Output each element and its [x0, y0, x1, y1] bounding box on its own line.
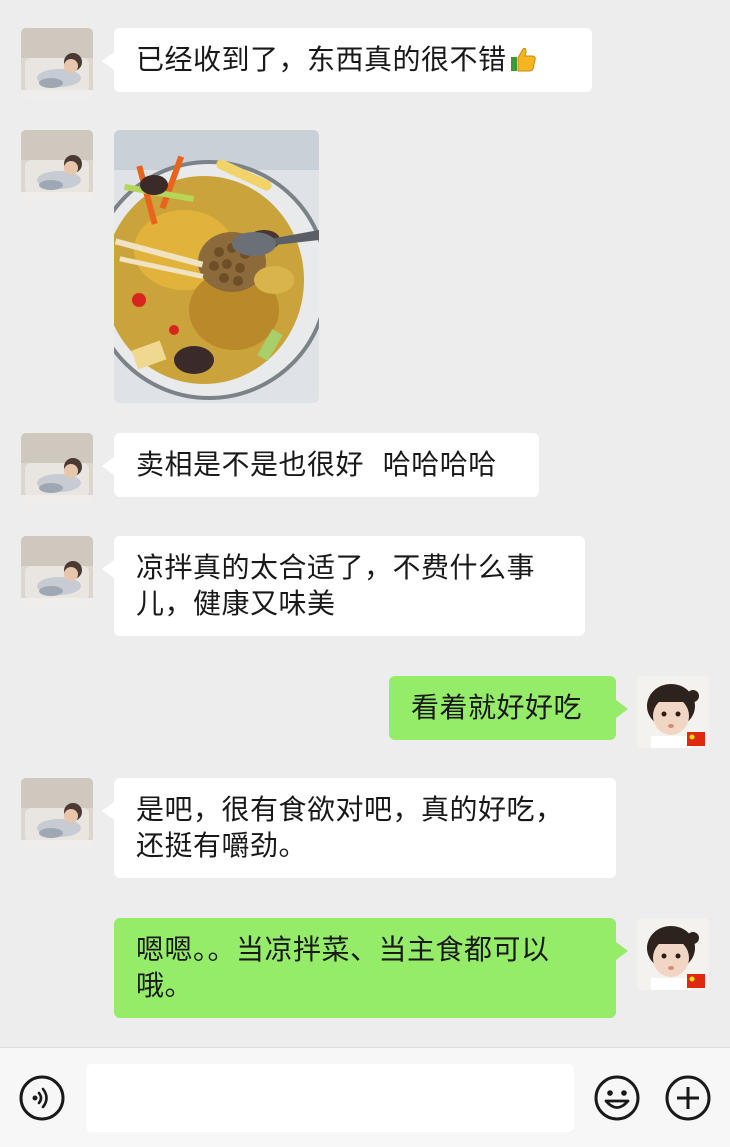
message-text: 卖相是不是也很好 哈哈哈哈 — [136, 448, 497, 481]
contact-avatar[interactable] — [21, 778, 93, 850]
emoji-icon — [594, 1075, 640, 1121]
received-message-bubble[interactable]: 凉拌真的太合适了，不费什么事 儿，健康又味美 — [102, 536, 585, 636]
my-avatar[interactable] — [637, 676, 709, 748]
sent-message-bubble[interactable]: 看着就好好吃 — [389, 676, 628, 740]
contact-avatar[interactable] — [21, 433, 93, 505]
message-text-line: 哦。 — [136, 969, 194, 1002]
message-text-line: 是吧，很有食欲对吧，真的好吃， — [136, 793, 564, 826]
contact-avatar[interactable] — [21, 536, 93, 608]
message-text-line: 儿，健康又味美 — [136, 587, 336, 620]
message-text-line: 凉拌真的太合适了，不费什么事 — [136, 551, 536, 584]
plus-icon — [665, 1075, 711, 1121]
message-text-line: 还挺有嚼劲。 — [136, 829, 308, 862]
food-photo — [114, 130, 319, 403]
received-message-bubble[interactable]: 卖相是不是也很好 哈哈哈哈 — [102, 433, 539, 497]
received-message-bubble[interactable]: 是吧，很有食欲对吧，真的好吃， 还挺有嚼劲。 — [102, 778, 616, 878]
chat-input-bar — [0, 1047, 730, 1147]
contact-avatar[interactable] — [21, 28, 93, 100]
voice-button[interactable] — [18, 1074, 66, 1122]
sent-message-bubble[interactable]: 嗯嗯。。当凉拌菜、当主食都可以 哦。 — [114, 918, 628, 1018]
contact-avatar[interactable] — [21, 130, 93, 202]
my-avatar[interactable] — [637, 918, 709, 990]
voice-icon — [19, 1075, 65, 1121]
chat-message-list[interactable]: 已经收到了，东西真的很不错 卖相是不是也很好 哈哈哈哈 凉拌真的太合适了，不费什… — [0, 0, 730, 1046]
message-text: 已经收到了，东西真的很不错 — [136, 43, 507, 76]
message-text-line: 嗯嗯。。当凉拌菜、当主食都可以 — [136, 933, 550, 966]
more-button[interactable] — [664, 1074, 712, 1122]
food-photo-message[interactable] — [114, 130, 319, 403]
thumbs-up-emoji — [510, 47, 536, 72]
emoji-button[interactable] — [593, 1074, 641, 1122]
message-input[interactable] — [86, 1064, 574, 1132]
message-text: 看着就好好吃 — [411, 691, 583, 724]
received-message-bubble[interactable]: 已经收到了，东西真的很不错 — [102, 28, 592, 92]
